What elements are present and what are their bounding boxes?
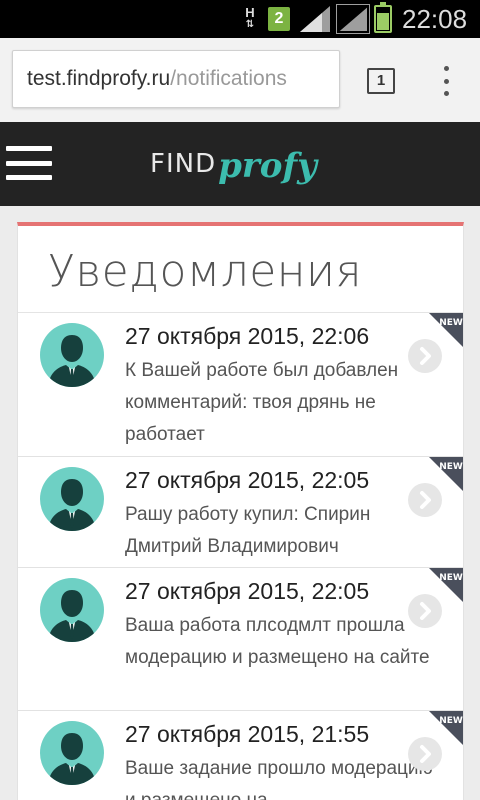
signal-strength-icon (336, 0, 370, 38)
page-title: Уведомления (48, 246, 363, 297)
open-arrow-icon[interactable] (408, 594, 442, 628)
cell-signal-icon (300, 0, 330, 38)
battery-level-fill (377, 12, 389, 30)
notification-text: Рашу работу купил: Спирин Дмитрий Владим… (125, 504, 371, 557)
notification-item[interactable]: 27 октября 2015, 22:06 К Вашей работе был… (18, 313, 463, 457)
menu-dot-icon (443, 91, 449, 96)
address-bar[interactable]: test.findprofy.ru/notifications (12, 50, 340, 108)
user-silhouette-icon (48, 733, 96, 785)
notification-text: К Вашей работе был добавлен комментарий:… (125, 360, 399, 445)
tabs-button[interactable]: 1 (367, 68, 395, 94)
logo-find-text: FIND (150, 149, 217, 179)
menu-dot-icon (443, 66, 449, 71)
avatar (40, 578, 104, 642)
notification-item[interactable]: 27 октября 2015, 22:05 Рашу работу купил:… (18, 457, 463, 568)
avatar (40, 323, 104, 387)
notification-item[interactable]: 27 октября 2015, 21:55 Ваше задание прошл… (18, 711, 463, 800)
svg-text:NEW: NEW (439, 716, 463, 726)
site-logo[interactable]: FIND profy (150, 142, 317, 186)
open-arrow-icon[interactable] (408, 483, 442, 517)
notifications-card: Уведомления 27 октября 2015, 22:06 К Ваше… (17, 222, 464, 800)
data-arrows-icon: ⇅ (245, 19, 255, 30)
logo-profy-text: profy (218, 146, 317, 186)
url-host: test.findprofy.ru (27, 67, 171, 90)
hamburger-menu-icon[interactable] (6, 146, 52, 180)
notification-text: Ваше задание прошло модерацию и размещен… (125, 758, 433, 800)
battery-icon (374, 0, 392, 38)
svg-text:NEW: NEW (439, 318, 463, 328)
notification-indicator: 2 (268, 0, 290, 38)
svg-text:NEW: NEW (439, 573, 463, 583)
svg-text:NEW: NEW (439, 462, 463, 472)
notification-date: 27 октября 2015, 22:05 (125, 578, 370, 604)
network-type-indicator: H ⇅ (240, 0, 260, 38)
notification-text: Ваша работа плсодмлт прошла модерацию и … (125, 615, 430, 668)
user-silhouette-icon (48, 590, 96, 642)
site-header: FIND profy (0, 122, 480, 206)
notification-date: 27 октября 2015, 22:06 (125, 323, 370, 349)
notification-count-badge: 2 (268, 7, 290, 31)
user-silhouette-icon (48, 479, 96, 531)
network-type-label: H (245, 5, 255, 20)
url-path: /notifications (170, 67, 287, 90)
status-bar: H ⇅ 2 22:08 (0, 0, 480, 38)
overflow-menu-button[interactable] (432, 66, 460, 96)
notification-date: 27 октября 2015, 22:05 (125, 467, 370, 493)
menu-dot-icon (443, 78, 449, 84)
user-silhouette-icon (48, 335, 96, 387)
notification-date: 27 октября 2015, 21:55 (125, 721, 370, 747)
browser-toolbar: test.findprofy.ru/notifications 1 (0, 38, 480, 122)
clock: 22:08 (402, 3, 468, 34)
avatar (40, 467, 104, 531)
notification-item[interactable]: 27 октября 2015, 22:05 Ваша работа плсодм… (18, 568, 463, 711)
open-arrow-icon[interactable] (408, 737, 442, 771)
avatar (40, 721, 104, 785)
open-arrow-icon[interactable] (408, 339, 442, 373)
